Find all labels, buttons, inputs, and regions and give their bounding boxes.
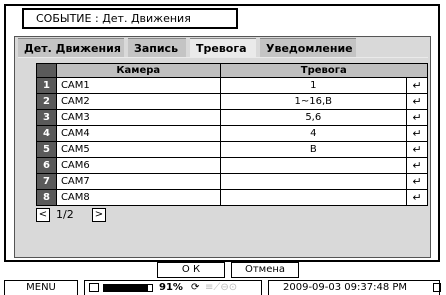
alarm-cell[interactable]: 1 bbox=[219, 77, 408, 94]
tab-motion-detection[interactable]: Дет. Движения bbox=[18, 38, 124, 58]
tab-record[interactable]: Запись bbox=[128, 38, 186, 58]
enter-icon[interactable]: ↵ bbox=[406, 125, 428, 142]
disk-status: 91% ⟳ ≡⟋⊖⊙ bbox=[84, 280, 262, 295]
dialog-title: СОБЫТИЕ : Дет. Движения bbox=[22, 8, 238, 29]
row-number: 1 bbox=[36, 77, 57, 94]
enter-icon[interactable]: ↵ bbox=[406, 189, 428, 206]
table-row[interactable]: 5 CAM5 B ↵ bbox=[36, 141, 428, 158]
table-header-row: Камера Тревога bbox=[36, 63, 429, 78]
enter-icon[interactable]: ↵ bbox=[406, 93, 428, 110]
header-alarm: Тревога bbox=[219, 63, 429, 78]
table-row[interactable]: 4 CAM4 4 ↵ bbox=[36, 125, 428, 142]
camera-cell: CAM5 bbox=[55, 141, 221, 158]
row-number: 5 bbox=[36, 141, 57, 158]
enter-icon[interactable]: ↵ bbox=[406, 109, 428, 126]
page-indicator: 1/2 bbox=[56, 208, 74, 221]
disk-usage-fill bbox=[104, 285, 148, 291]
camera-cell: CAM4 bbox=[55, 125, 221, 142]
refresh-icon: ⟳ bbox=[191, 282, 200, 293]
table-row[interactable]: 1 CAM1 1 ↵ bbox=[36, 77, 428, 94]
table-row[interactable]: 7 CAM7 ↵ bbox=[36, 173, 428, 190]
tab-alarm[interactable]: Тревога bbox=[190, 38, 256, 58]
table-row[interactable]: 2 CAM2 1~16,B ↵ bbox=[36, 93, 428, 110]
camera-cell: CAM6 bbox=[55, 157, 221, 174]
row-number: 7 bbox=[36, 173, 57, 190]
prev-page-button[interactable]: < bbox=[36, 208, 50, 222]
datetime-text: 2009-09-03 09:37:48 PM bbox=[283, 282, 408, 293]
alarm-cell[interactable]: 1~16,B bbox=[219, 93, 408, 110]
calendar-icon bbox=[433, 283, 441, 292]
enter-icon[interactable]: ↵ bbox=[406, 173, 428, 190]
alarm-cell[interactable]: B bbox=[219, 141, 408, 158]
alarm-cell[interactable] bbox=[219, 173, 408, 190]
hdd-icon bbox=[89, 283, 99, 292]
cancel-button[interactable]: Отмена bbox=[231, 262, 299, 278]
camera-cell: CAM1 bbox=[55, 77, 221, 94]
disk-percent: 91% bbox=[159, 282, 183, 293]
header-num bbox=[36, 63, 57, 78]
row-number: 8 bbox=[36, 189, 57, 206]
enter-icon[interactable]: ↵ bbox=[406, 141, 428, 158]
enter-icon[interactable]: ↵ bbox=[406, 77, 428, 94]
alarm-cell[interactable]: 5,6 bbox=[219, 109, 408, 126]
alarm-cell[interactable] bbox=[219, 189, 408, 206]
row-number: 2 bbox=[36, 93, 57, 110]
header-camera: Камера bbox=[55, 63, 221, 78]
camera-cell: CAM8 bbox=[55, 189, 221, 206]
camera-cell: CAM7 bbox=[55, 173, 221, 190]
tab-notification[interactable]: Уведомление bbox=[260, 38, 356, 58]
table-row[interactable]: 6 CAM6 ↵ bbox=[36, 157, 428, 174]
next-page-button[interactable]: > bbox=[92, 208, 106, 222]
table-row[interactable]: 8 CAM8 ↵ bbox=[36, 189, 428, 206]
table-row[interactable]: 3 CAM3 5,6 ↵ bbox=[36, 109, 428, 126]
alarm-table: Камера Тревога 1 CAM1 1 ↵ 2 CAM2 1~16,B ↵ 3 CAM3 5… bbox=[36, 63, 429, 206]
row-number: 3 bbox=[36, 109, 57, 126]
menu-button[interactable]: MENU bbox=[4, 280, 78, 295]
ok-button[interactable]: О К bbox=[157, 262, 225, 278]
alarm-cell[interactable] bbox=[219, 157, 408, 174]
camera-cell: CAM3 bbox=[55, 109, 221, 126]
datetime-display: 2009-09-03 09:37:48 PM bbox=[268, 280, 441, 295]
enter-icon[interactable]: ↵ bbox=[406, 157, 428, 174]
alarm-cell[interactable]: 4 bbox=[219, 125, 408, 142]
status-icons: ≡⟋⊖⊙ bbox=[205, 282, 238, 293]
disk-usage-bar bbox=[103, 284, 153, 292]
tab-underline bbox=[18, 57, 428, 58]
row-number: 6 bbox=[36, 157, 57, 174]
camera-cell: CAM2 bbox=[55, 93, 221, 110]
row-number: 4 bbox=[36, 125, 57, 142]
